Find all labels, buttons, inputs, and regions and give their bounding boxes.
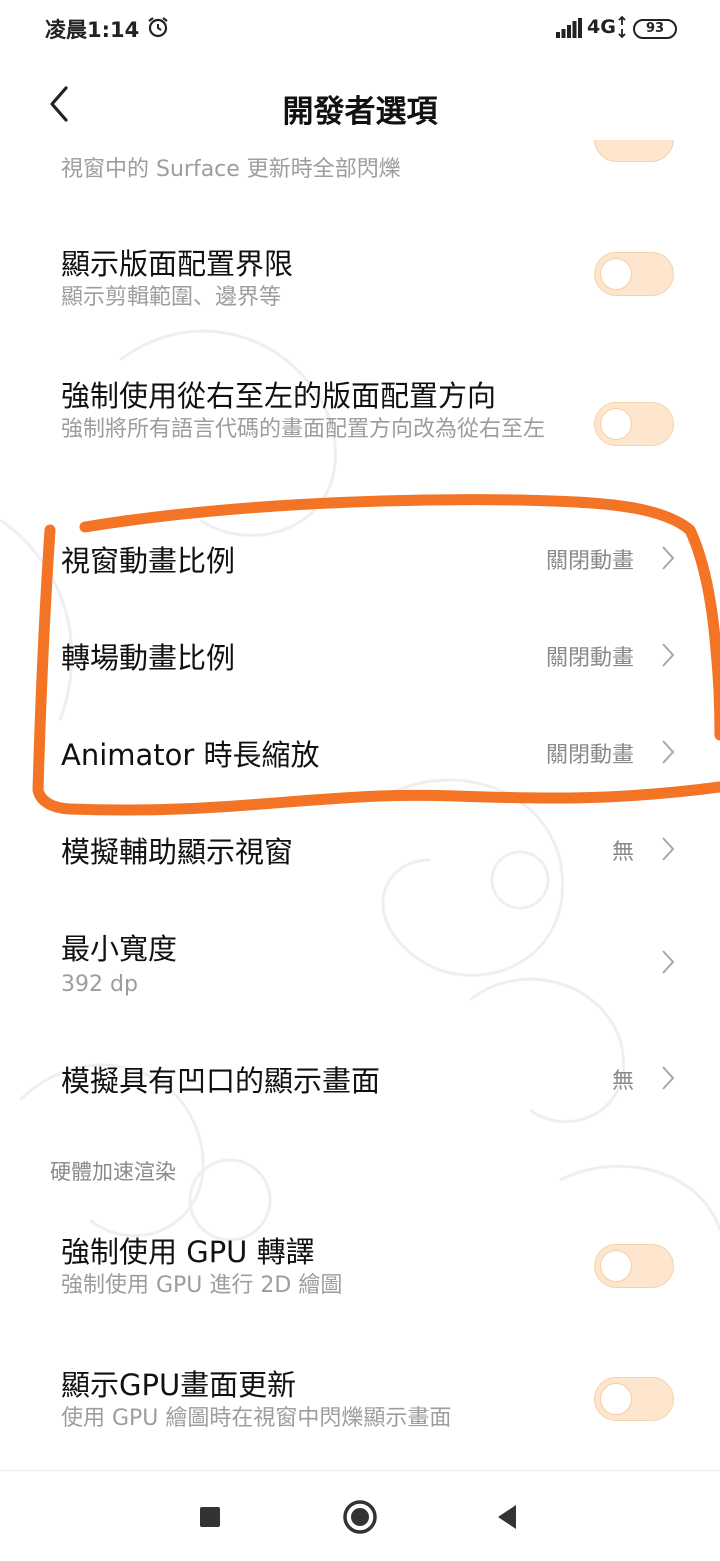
setting-row-force-gpu-rendering[interactable]: 強制使用 GPU 轉譯 強制使用 GPU 進行 2D 繪圖 [0, 1222, 720, 1312]
row-value: 關閉動畫 [545, 743, 634, 768]
setting-row-simulate-secondary-displays[interactable]: 模擬輔助顯示視窗 無 [0, 821, 720, 877]
page-title: 開發者選項 [282, 94, 438, 130]
app-header: 開發者選項 [0, 58, 720, 150]
toggle-knob [600, 258, 632, 290]
row-title: 視窗動畫比例 [61, 544, 236, 578]
chevron-right-icon [662, 950, 675, 974]
setting-row-smallest-width[interactable]: 最小寬度 392 dp [0, 922, 720, 1004]
setting-row-show-gpu-view-updates[interactable]: 顯示GPU畫面更新 使用 GPU 繪圖時在視窗中閃爍顯示畫面 [0, 1355, 720, 1445]
row-title: 轉場動畫比例 [61, 641, 236, 675]
toggle-knob [600, 1383, 632, 1415]
status-time: 凌晨1:14 [45, 18, 140, 42]
toggle-switch[interactable] [594, 252, 674, 296]
toggle-switch[interactable] [594, 402, 674, 446]
row-value: 無 [611, 1069, 634, 1094]
row-title: 顯示GPU畫面更新 [61, 1368, 297, 1402]
row-subtitle: 使用 GPU 繪圖時在視窗中閃爍顯示畫面 [61, 1406, 452, 1431]
section-header-hardware-rendering: 硬體加速渲染 [50, 1160, 176, 1184]
toggle-knob [600, 408, 632, 440]
row-subtitle: 強制使用 GPU 進行 2D 繪圖 [61, 1273, 343, 1298]
toggle-switch[interactable] [594, 1377, 674, 1421]
row-subtitle: 強制將所有語言代碼的畫面配置方向改為從右至左 [61, 417, 546, 442]
row-subtitle: 392 dp [61, 972, 138, 997]
row-value: 無 [611, 840, 634, 865]
row-title: 強制使用 GPU 轉譯 [61, 1235, 315, 1269]
network-type: 4G [587, 16, 616, 38]
row-title: 模擬具有凹口的顯示畫面 [61, 1064, 381, 1098]
setting-row-transition-animation-scale[interactable]: 轉場動畫比例 關閉動畫 [0, 627, 720, 683]
row-title: 模擬輔助顯示視窗 [61, 835, 294, 869]
setting-row-show-layout-bounds[interactable]: 顯示版面配置界限 顯示剪輯範圍、邊界等 [0, 234, 720, 324]
square-recents-icon[interactable] [190, 1497, 230, 1537]
data-activity-icon [618, 16, 626, 38]
alarm-clock-icon [148, 17, 168, 38]
chevron-right-icon [662, 546, 675, 570]
chevron-right-icon [662, 643, 675, 667]
setting-row-window-animation-scale[interactable]: 視窗動畫比例 關閉動畫 [0, 530, 720, 586]
row-value: 關閉動畫 [545, 549, 634, 574]
row-title: Animator 時長縮放 [61, 738, 320, 772]
toggle-switch[interactable] [594, 1244, 674, 1288]
setting-row-force-rtl-layout[interactable]: 強制使用從右至左的版面配置方向 強制將所有語言代碼的畫面配置方向改為從右至左 [0, 370, 720, 482]
row-title: 強制使用從右至左的版面配置方向 [61, 379, 497, 413]
chevron-right-icon [662, 740, 675, 764]
row-subtitle: 顯示剪輯範圍、邊界等 [61, 285, 282, 310]
setting-row-simulate-display-cutout[interactable]: 模擬具有凹口的顯示畫面 無 [0, 1050, 720, 1106]
circle-home-icon[interactable] [340, 1497, 380, 1537]
row-value: 關閉動畫 [545, 646, 634, 671]
battery-indicator: 93 [633, 19, 677, 39]
chevron-right-icon [662, 837, 675, 861]
row-title: 顯示版面配置界限 [61, 247, 294, 281]
chevron-right-icon [662, 1066, 675, 1090]
partial-row-subtitle: 視窗中的 Surface 更新時全部閃爍 [61, 157, 401, 182]
signal-strength-icon [556, 18, 582, 38]
system-navigation-bar [0, 1470, 720, 1561]
triangle-back-icon[interactable] [488, 1497, 528, 1537]
setting-row-animator-duration-scale[interactable]: Animator 時長縮放 關閉動畫 [0, 724, 720, 780]
toggle-knob [600, 1250, 632, 1282]
row-title: 最小寬度 [61, 932, 178, 966]
status-bar: 凌晨1:14 4G 93 [0, 0, 720, 58]
